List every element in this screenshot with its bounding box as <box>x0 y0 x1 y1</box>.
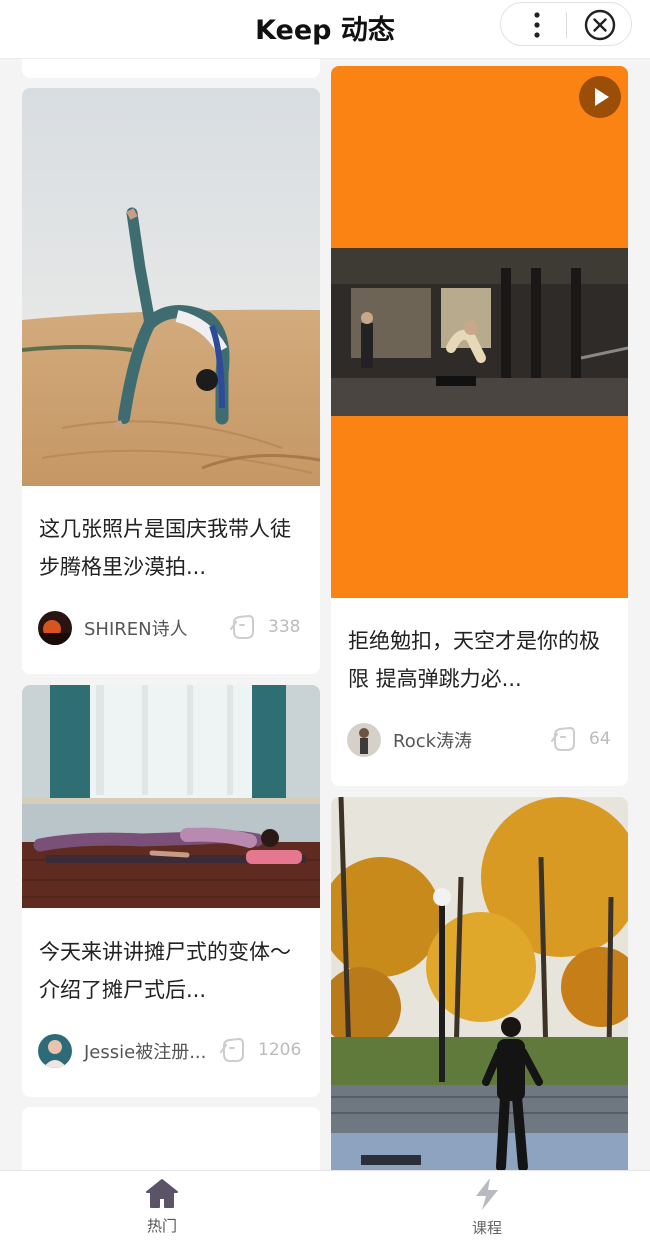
tab-label: 课程 <box>471 1219 502 1237</box>
bottom-tab-bar: 热门 课程 <box>0 1170 650 1247</box>
avatar <box>38 1034 72 1068</box>
like-count: 64 <box>589 729 611 749</box>
gym-jump-video <box>331 248 628 416</box>
like-count: 338 <box>268 617 301 637</box>
video-thumbnail <box>331 66 628 598</box>
home-icon <box>146 1179 178 1208</box>
like-button[interactable]: 64 <box>549 725 611 753</box>
top-bar: Keep 动态 <box>0 0 650 59</box>
author-name: Rock涛涛 <box>393 731 473 752</box>
author[interactable]: SHIREN诗人 <box>38 611 188 645</box>
author-name: SHIREN诗人 <box>84 619 188 640</box>
like-count: 1206 <box>258 1040 302 1060</box>
like-button[interactable]: 1206 <box>218 1036 301 1064</box>
capsule-divider <box>566 12 567 38</box>
clap-like-icon <box>220 1038 244 1062</box>
more-vertical-icon <box>534 12 540 38</box>
card-title: 今天来讲讲摊尸式的变体～ 介绍了摊尸式后... <box>39 940 291 1002</box>
feed-card[interactable]: 这几张照片是国庆我带人徒步腾格里沙漠拍... SHIREN诗人 338 <box>22 88 320 674</box>
author[interactable]: Jessie被注册... <box>38 1034 206 1068</box>
lightning-icon <box>476 1178 498 1210</box>
card-title: 这几张照片是国庆我带人徒步腾格里沙漠拍... <box>39 517 291 579</box>
feed-card[interactable]: 今天来讲讲摊尸式的变体～ 介绍了摊尸式后... Jessie被注册... 120… <box>22 685 320 1097</box>
avatar <box>38 611 72 645</box>
like-button[interactable]: 338 <box>228 613 300 641</box>
avatar <box>347 723 381 757</box>
card-title: 拒绝勉扣，天空才是你的极限 提高弹跳力必... <box>348 629 600 691</box>
author[interactable]: Rock涛涛 <box>347 723 472 757</box>
mini-program-capsule <box>500 2 632 46</box>
tab-courses[interactable]: 课程 <box>442 1177 532 1238</box>
man-avatar <box>347 723 381 757</box>
close-button[interactable] <box>583 8 617 42</box>
play-icon <box>595 88 609 106</box>
room-yoga-lying-photo <box>22 685 320 908</box>
more-button[interactable] <box>515 7 559 43</box>
sunset-avatar <box>38 611 72 645</box>
feed-card[interactable] <box>331 797 628 1177</box>
feed-card[interactable]: 拒绝勉扣，天空才是你的极限 提高弹跳力必... Rock涛涛 64 <box>331 66 628 786</box>
tab-hot[interactable]: 热门 <box>117 1177 207 1236</box>
tab-label: 热门 <box>146 1217 177 1235</box>
clap-like-icon <box>230 615 254 639</box>
ginkgo-park-running-photo <box>331 797 628 1177</box>
play-button[interactable] <box>579 76 621 118</box>
woman-avatar <box>38 1034 72 1068</box>
desert-yoga-backbend-photo <box>22 88 320 486</box>
clap-like-icon <box>551 727 575 751</box>
close-circle-icon <box>584 9 616 41</box>
author-name: Jessie被注册... <box>84 1042 207 1063</box>
